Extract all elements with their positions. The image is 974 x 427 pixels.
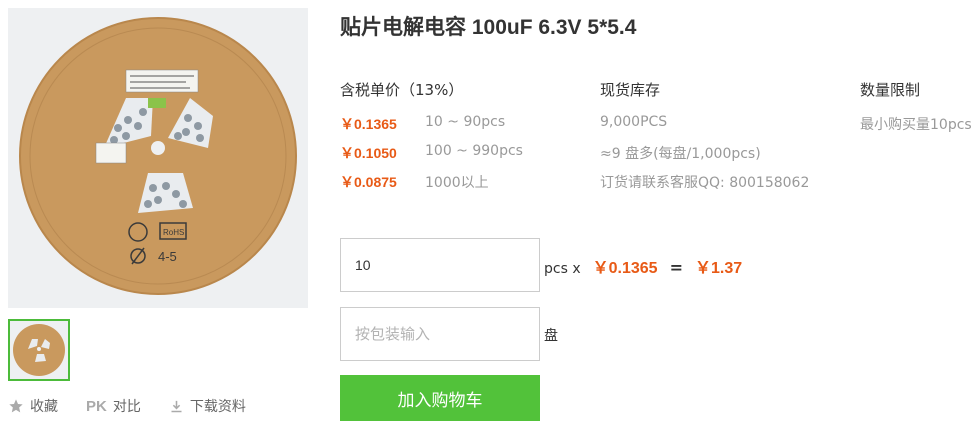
pack-unit: 盘	[544, 328, 558, 344]
tier-range: 10 ~ 90pcs	[425, 114, 506, 130]
equals-sign: =	[669, 258, 683, 277]
pk-icon: PK	[86, 397, 107, 415]
compare-label: 对比	[112, 399, 141, 415]
pack-input[interactable]	[340, 307, 540, 361]
price-tier-row: ￥0.0875	[340, 172, 397, 192]
price-calculation: pcs x ￥0.1365 = ￥1.37	[544, 254, 742, 278]
stock-header: 现货库存	[600, 81, 661, 99]
limit-header: 数量限制	[860, 81, 921, 99]
favorite-label: 收藏	[30, 399, 58, 415]
price-header: 含税单价（13%）	[340, 81, 464, 99]
product-main-image: RoHS 4-5	[8, 8, 308, 308]
tier-range: 1000以上	[425, 175, 489, 191]
stock-contact: 订货请联系客服QQ: 800158062	[600, 175, 810, 191]
compare-button[interactable]: PK 对比	[86, 396, 141, 416]
min-order: 最小购买量10pcs	[860, 117, 972, 133]
tier-price: ￥0.1365	[340, 116, 397, 132]
reel-size-marking: 4-5	[158, 249, 177, 264]
product-title: 贴片电解电容 100uF 6.3V 5*5.4	[340, 16, 637, 39]
product-actions: 收藏 PK 对比 下载资料	[8, 396, 274, 416]
price-tier-row: ￥0.1365	[340, 114, 397, 134]
download-label: 下载资料	[189, 399, 246, 415]
stock-quantity: 9,000PCS	[600, 114, 668, 130]
stock-reels: ≈9 盘多(每盘/1,000pcs)	[600, 146, 761, 162]
qty-unit: pcs x	[544, 261, 581, 277]
star-icon	[8, 398, 24, 414]
download-button[interactable]: 下载资料	[169, 396, 246, 416]
quantity-input[interactable]	[340, 238, 540, 292]
tier-range: 100 ~ 990pcs	[425, 143, 523, 159]
download-icon	[169, 399, 184, 414]
favorite-button[interactable]: 收藏	[8, 396, 58, 416]
price-tier-row: ￥0.1050	[340, 143, 397, 163]
total-price: ￥1.37	[694, 260, 743, 277]
add-to-cart-button[interactable]: 加入购物车	[340, 375, 540, 421]
unit-price: ￥0.1365	[592, 260, 658, 277]
tier-price: ￥0.1050	[340, 145, 397, 161]
rohs-mark: RoHS	[163, 228, 184, 237]
product-thumbnail[interactable]	[8, 319, 70, 381]
tier-price: ￥0.0875	[340, 174, 397, 190]
